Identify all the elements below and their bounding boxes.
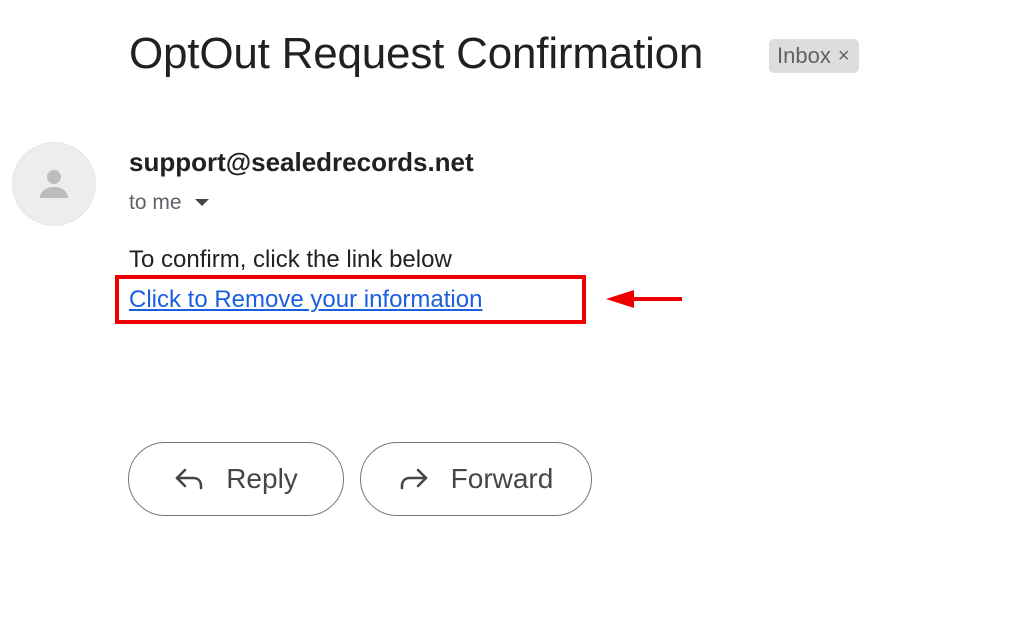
caret-down-icon <box>194 199 209 206</box>
forward-arrow-icon <box>400 468 427 490</box>
reply-label: Reply <box>226 463 298 494</box>
forward-label: Forward <box>450 463 554 494</box>
recipient-details-toggle[interactable]: to me <box>129 191 210 215</box>
label-text: Inbox <box>777 43 831 68</box>
remove-label-icon[interactable]: × <box>838 45 850 68</box>
email-subject: OptOut Request Confirmation <box>129 29 704 78</box>
sender-avatar[interactable] <box>12 142 96 226</box>
left-arrow-icon <box>606 290 682 308</box>
reply-arrow-icon <box>175 468 203 490</box>
recipient-label: to me <box>129 191 182 214</box>
inbox-label-chip[interactable]: Inbox × <box>769 39 859 73</box>
sender-address[interactable]: support@sealedrecords.net <box>129 147 474 178</box>
person-icon <box>40 170 68 198</box>
email-view: OptOut Request Confirmation Inbox × supp… <box>0 0 1024 624</box>
body-text: To confirm, click the link below <box>129 246 452 273</box>
reply-button[interactable]: Reply <box>128 442 344 516</box>
remove-information-link[interactable]: Click to Remove your information <box>129 286 482 314</box>
forward-button[interactable]: Forward <box>360 442 592 516</box>
